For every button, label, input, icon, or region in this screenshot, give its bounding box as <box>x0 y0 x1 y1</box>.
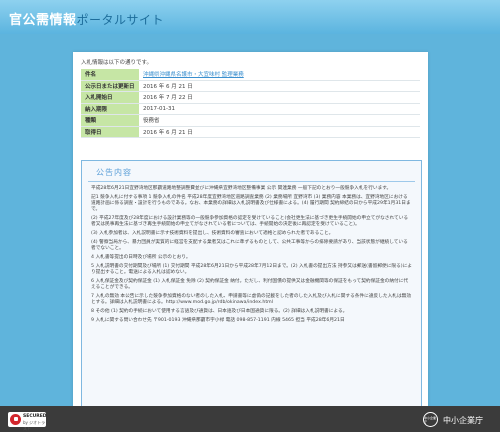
row-value: 2016 年 6 月 21 日 <box>139 126 420 138</box>
notice-paragraph: 平成28年6月21日宜野湾地区那覇道路地整調整費並びに沖縄県宜野湾地区整備事業 … <box>91 186 392 191</box>
notice-paragraph: (3) 入札参加者は、入札説明書に示す技術資料を提出し、技術資料の審査において適… <box>91 231 334 236</box>
row-value: 2016 年 7 月 22 日 <box>139 91 420 104</box>
row-value: 沖縄県沖縄県名護市・大宜味村 監理業務 <box>139 69 420 81</box>
agency-logo-text[interactable]: 中小企業庁 <box>443 415 483 426</box>
site-footer: SECURED by ジオトラスト 中小企業庁 中小企業庁 <box>0 406 500 432</box>
site-title-main: 官公需情報 <box>9 13 77 28</box>
row-label: 取得日 <box>81 126 139 138</box>
notice-paragraph: 7 入札の無効 本公告に示した競争参加資格のない者のした入札、申請書等に虚偽の記… <box>91 294 412 305</box>
notice-paragraph: 5 入札説明書の交付期間及び場所 (1) 交付期間 平成28年6月21日から平成… <box>91 264 412 275</box>
table-row: 納入期限 2017-01-31 <box>81 103 420 115</box>
row-value: 役務省 <box>139 114 420 127</box>
intro-text: 入札情報は以下の通りです。 <box>81 60 152 66</box>
row-label: 件名 <box>81 69 139 81</box>
notice-divider <box>88 181 415 182</box>
notice-paragraph: 6 入札保証金及び契約保証金 (1) 入札保証金 免除 (2) 契約保証金 納付… <box>91 279 409 290</box>
notice-paragraph: 8 その他 (1) 契約の手続において使用する言語及び通貨は、日本語及び日本国通… <box>91 309 348 314</box>
site-title-sub: ポータルサイト <box>76 13 165 27</box>
table-row: 入札開始日 2016 年 7 月 22 日 <box>81 91 420 104</box>
secured-provider: by ジオトラスト <box>23 420 46 431</box>
notice-title: 公告内容 <box>96 168 132 177</box>
secured-label: SECURED <box>23 414 47 419</box>
notice-panel: 公告内容 平成28年6月21日宜野湾地区那覇道路地整調整費並びに沖縄県宜野湾地区… <box>81 160 422 410</box>
site-title[interactable]: 官公需情報ポータルサイト <box>9 9 164 28</box>
row-label: 種類 <box>81 114 139 127</box>
notice-paragraph: 4 入札書等提出の日時及び場所 公示のとおり。 <box>91 255 191 260</box>
agency-emblem-icon: 中小企業庁 <box>423 412 438 427</box>
notice-paragraph: (2) 平成27年度及び28年度における設計業務等の一般競争参加資格の認定を受け… <box>91 216 409 227</box>
lock-icon <box>10 414 21 425</box>
row-label: 納入期限 <box>81 103 139 115</box>
notice-body: 平成28年6月21日宜野湾地区那覇道路地整調整費並びに沖縄県宜野湾地区整備事業 … <box>91 186 412 327</box>
subject-link[interactable]: 沖縄県沖縄県名護市・大宜味村 監理業務 <box>143 72 244 78</box>
table-row: 取得日 2016 年 6 月 21 日 <box>81 126 420 138</box>
row-label: 入札開始日 <box>81 91 139 104</box>
site-header: 官公需情報ポータルサイト <box>0 0 500 34</box>
notice-paragraph: (4) 警察当局から、暴力団員が実質的に経営を支配する業者又はこれに準ずるものと… <box>91 240 408 251</box>
table-row: 件名 沖縄県沖縄県名護市・大宜味村 監理業務 <box>81 69 420 81</box>
notice-paragraph: 記1 競争入札に付する事項 1 競争入札の件名 平成28年度宜野湾地区道路調査業… <box>91 195 411 212</box>
table-row: 公示日または更新日 2016 年 6 月 21 日 <box>81 80 420 92</box>
row-label: 公示日または更新日 <box>81 80 139 92</box>
info-table: 件名 沖縄県沖縄県名護市・大宜味村 監理業務 公示日または更新日 2016 年 … <box>81 69 420 138</box>
table-row: 種類 役務省 <box>81 114 420 127</box>
bid-detail-card: 入札情報は以下の通りです。 件名 沖縄県沖縄県名護市・大宜味村 監理業務 公示日… <box>73 52 428 414</box>
secured-badge[interactable]: SECURED by ジオトラスト <box>8 412 47 431</box>
row-value: 2017-01-31 <box>139 103 420 115</box>
row-value: 2016 年 6 月 21 日 <box>139 80 420 92</box>
notice-paragraph: 9 入札に関する問い合わせ先 〒901-0193 沖縄県那覇市字小禄 電話 09… <box>91 318 345 323</box>
